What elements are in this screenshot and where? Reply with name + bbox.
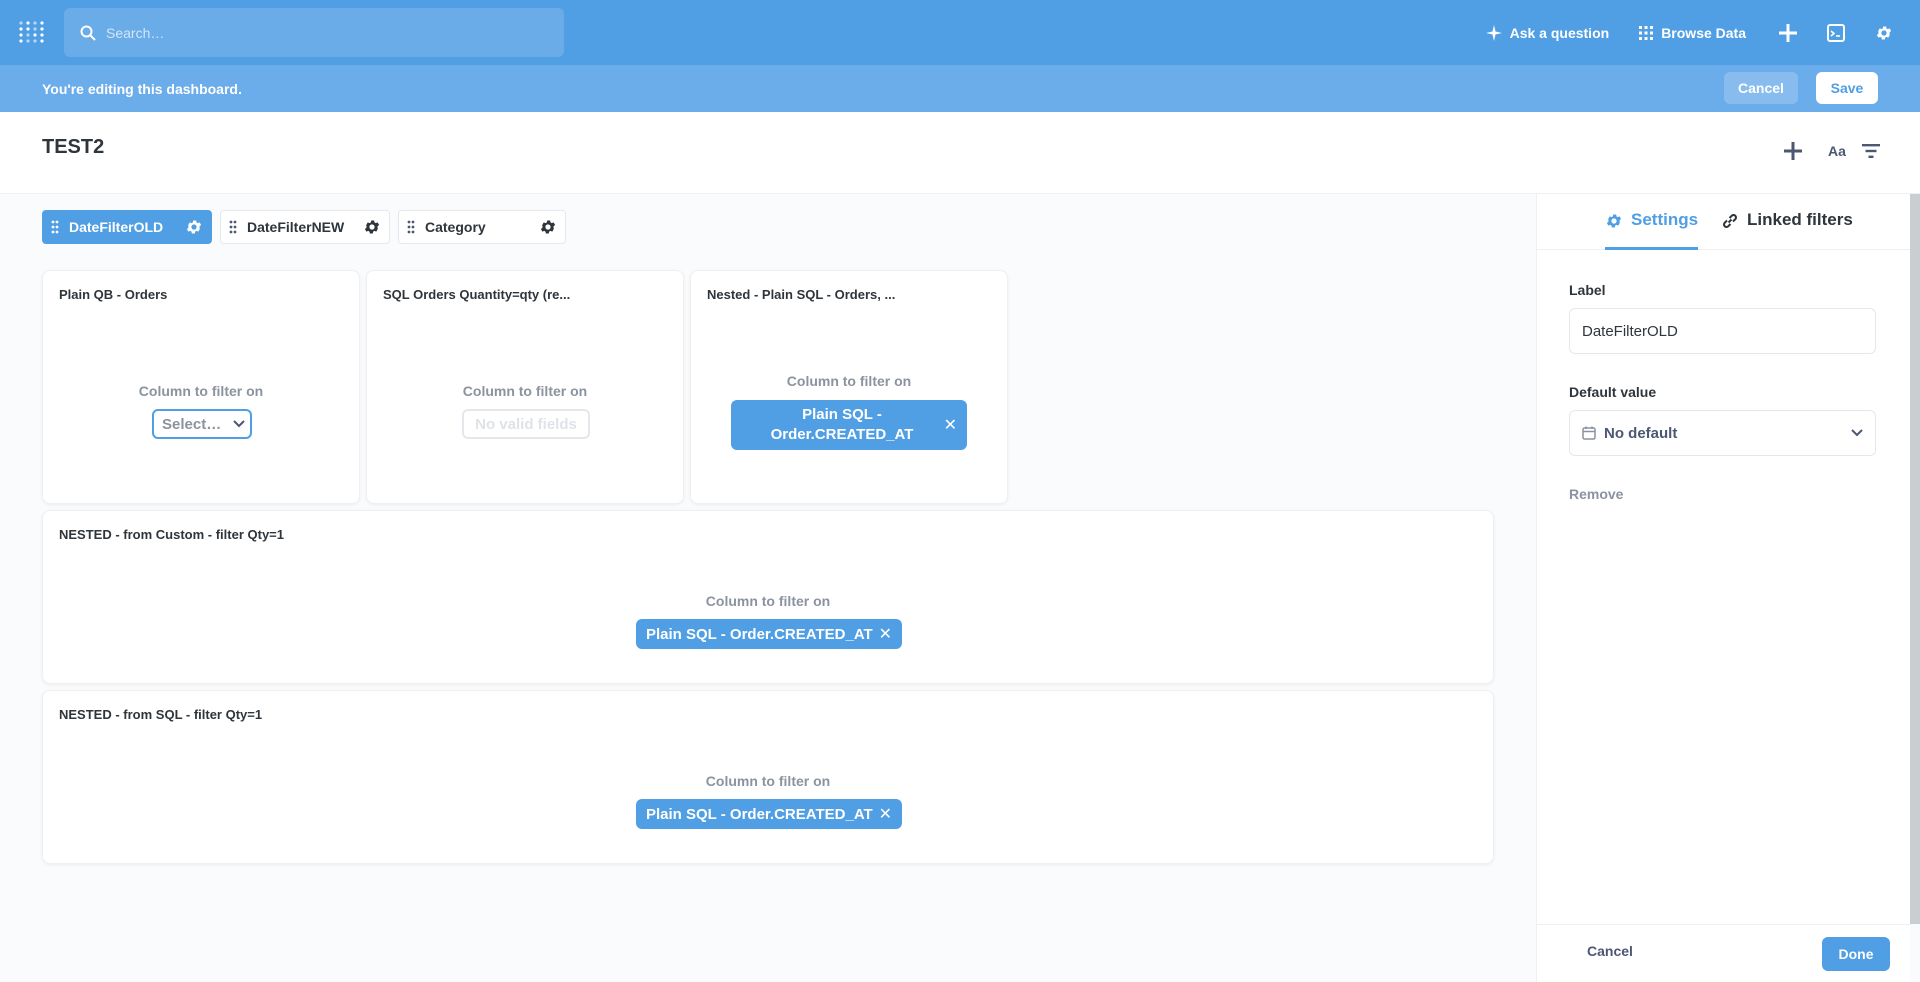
dashcard-sql-orders-quantity: SQL Orders Quantity=qty (re... Column to… bbox=[366, 270, 684, 504]
column-to-filter-label: Column to filter on bbox=[786, 373, 912, 389]
ask-question-link[interactable]: Ask a question bbox=[1485, 24, 1610, 41]
drag-handle-icon[interactable] bbox=[407, 220, 415, 234]
column-to-filter-label: Column to filter on bbox=[705, 593, 831, 609]
column-to-filter-label: Column to filter on bbox=[462, 383, 588, 399]
add-card-plus-icon[interactable] bbox=[1782, 140, 1804, 162]
settings-gear-icon[interactable] bbox=[1872, 21, 1896, 45]
metabase-logo-icon[interactable] bbox=[18, 20, 46, 44]
filter-pill-category[interactable]: Category bbox=[398, 210, 566, 244]
no-valid-fields-select: No valid fields bbox=[462, 409, 590, 439]
column-mapping-chip[interactable]: Plain SQL - Order.CREATED_AT ✕ bbox=[636, 799, 902, 829]
sql-editor-icon[interactable] bbox=[1824, 21, 1848, 45]
parameter-settings-sidebar: Settings Linked filters Label Default va… bbox=[1536, 194, 1911, 982]
gear-icon[interactable] bbox=[185, 218, 203, 236]
drag-handle-icon[interactable] bbox=[229, 220, 237, 234]
sidebar-footer: Cancel Done bbox=[1537, 924, 1911, 982]
label-field-label: Label bbox=[1569, 282, 1606, 298]
dashboard-header: TEST2 Aa bbox=[0, 112, 1920, 194]
column-to-filter-label: Column to filter on bbox=[138, 383, 264, 399]
top-nav: Ask a question Browse Data bbox=[0, 0, 1920, 65]
card-title: NESTED - from SQL - filter Qty=1 bbox=[59, 707, 263, 722]
sidebar-scrollbar[interactable] bbox=[1910, 194, 1920, 924]
filter-pill-label: Category bbox=[425, 219, 486, 235]
add-text-icon[interactable]: Aa bbox=[1822, 140, 1852, 162]
column-mapping-chip[interactable]: Plain SQL - Order.CREATED_AT ✕ bbox=[636, 619, 902, 649]
gear-icon bbox=[1606, 214, 1622, 228]
calendar-icon bbox=[1582, 426, 1596, 440]
column-mapping-chip[interactable]: Plain SQL - Order.CREATED_AT ✕ bbox=[731, 400, 967, 450]
dashcard-nested-from-sql: NESTED - from SQL - filter Qty=1 Column … bbox=[42, 690, 1494, 864]
close-icon[interactable]: ✕ bbox=[944, 415, 957, 435]
chip-label-line2: Order.CREATED_AT bbox=[770, 426, 914, 443]
chip-label-line1: Plain SQL - bbox=[802, 406, 882, 423]
close-icon[interactable]: ✕ bbox=[879, 624, 892, 644]
link-icon bbox=[1723, 214, 1737, 228]
column-select-dropdown[interactable]: Select… bbox=[152, 409, 252, 439]
editing-message: You're editing this dashboard. bbox=[42, 80, 242, 97]
browse-data-label: Browse Data bbox=[1661, 24, 1746, 41]
browse-data-link[interactable]: Browse Data bbox=[1639, 25, 1746, 41]
new-plus-icon[interactable] bbox=[1776, 21, 1800, 45]
remove-filter-link[interactable]: Remove bbox=[1569, 486, 1623, 502]
save-dashboard-button[interactable]: Save bbox=[1816, 72, 1878, 104]
filter-bar: DateFilterOLD DateFilterNEW Category bbox=[42, 210, 574, 244]
grid-icon bbox=[1639, 25, 1654, 40]
tab-linked-filters[interactable]: Linked filters bbox=[1721, 210, 1853, 250]
chevron-down-icon bbox=[1851, 429, 1863, 437]
add-filter-icon[interactable] bbox=[1860, 140, 1882, 162]
no-valid-fields-label: No valid fields bbox=[475, 415, 577, 433]
card-title: Plain QB - Orders bbox=[59, 287, 168, 302]
ask-question-label: Ask a question bbox=[1509, 24, 1610, 41]
filter-pill-datefilterold[interactable]: DateFilterOLD bbox=[42, 210, 212, 244]
card-title: SQL Orders Quantity=qty (re... bbox=[383, 287, 571, 302]
gear-icon[interactable] bbox=[363, 218, 381, 236]
dashcard-nested-plain-sql-orders: Nested - Plain SQL - Orders, ... Column … bbox=[690, 270, 1008, 504]
default-value-label: Default value bbox=[1569, 384, 1657, 400]
card-title: NESTED - from Custom - filter Qty=1 bbox=[59, 527, 284, 542]
search-bar[interactable] bbox=[64, 8, 564, 57]
default-value-select[interactable]: No default bbox=[1569, 410, 1876, 456]
cancel-edit-button[interactable]: Cancel bbox=[1724, 72, 1798, 104]
close-icon[interactable]: ✕ bbox=[879, 804, 892, 824]
chip-label: Plain SQL - Order.CREATED_AT bbox=[646, 805, 873, 823]
sidebar-tabs: Settings Linked filters bbox=[1537, 194, 1911, 250]
editing-bar: You're editing this dashboard. Cancel Sa… bbox=[0, 65, 1920, 112]
sparkle-icon bbox=[1485, 24, 1502, 41]
label-input[interactable] bbox=[1569, 308, 1876, 354]
dashcard-plain-qb-orders: Plain QB - Orders Column to filter on Se… bbox=[42, 270, 360, 504]
tab-settings[interactable]: Settings bbox=[1605, 210, 1699, 250]
tab-settings-label: Settings bbox=[1631, 210, 1699, 229]
done-button[interactable]: Done bbox=[1822, 937, 1890, 971]
search-input[interactable] bbox=[106, 24, 526, 41]
tab-linked-filters-label: Linked filters bbox=[1747, 210, 1853, 229]
sidebar-cancel-button[interactable]: Cancel bbox=[1587, 943, 1633, 959]
default-value-text: No default bbox=[1604, 424, 1678, 442]
select-placeholder: Select… bbox=[162, 415, 222, 433]
gear-icon[interactable] bbox=[539, 218, 557, 236]
dashboard-title[interactable]: TEST2 bbox=[42, 136, 104, 159]
column-to-filter-label: Column to filter on bbox=[705, 773, 831, 789]
drag-handle-icon[interactable] bbox=[51, 220, 59, 234]
filter-pill-datefilternew[interactable]: DateFilterNEW bbox=[220, 210, 390, 244]
filter-pill-label: DateFilterOLD bbox=[69, 219, 164, 235]
card-title: Nested - Plain SQL - Orders, ... bbox=[707, 287, 896, 302]
filter-pill-label: DateFilterNEW bbox=[247, 219, 345, 235]
dashcard-nested-from-custom: NESTED - from Custom - filter Qty=1 Colu… bbox=[42, 510, 1494, 684]
chip-label: Plain SQL - Order.CREATED_AT bbox=[646, 625, 873, 643]
chevron-down-icon bbox=[233, 420, 245, 428]
search-icon bbox=[80, 25, 96, 41]
